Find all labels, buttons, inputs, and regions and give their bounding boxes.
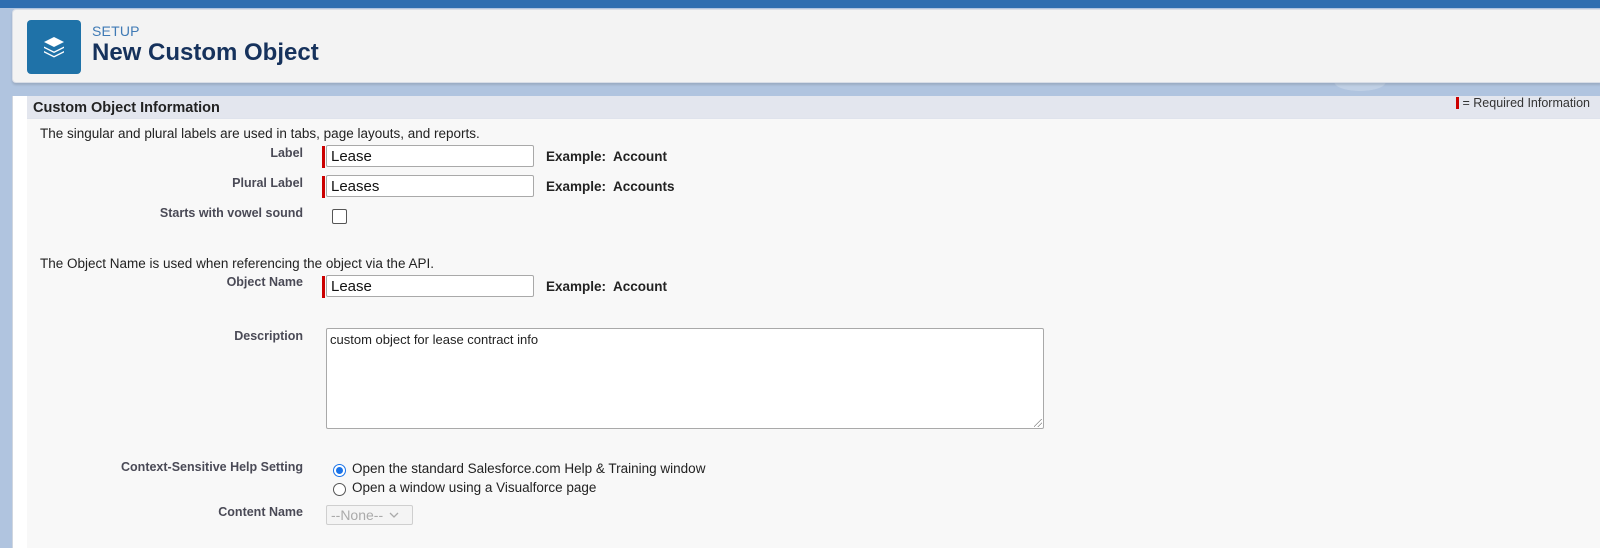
- page-title: New Custom Object: [92, 39, 319, 66]
- content-name-value: --None--: [331, 507, 384, 523]
- example-value: Accounts: [613, 179, 675, 194]
- vowel-sound-field-label: Starts with vowel sound: [159, 206, 303, 220]
- example-prefix: Example:: [546, 179, 607, 194]
- example-prefix: Example:: [546, 279, 607, 294]
- content-name-field-label: Content Name: [218, 505, 303, 519]
- object-name-example: Example: Account: [546, 279, 667, 294]
- help-setting-field-label: Context-Sensitive Help Setting: [121, 460, 303, 474]
- label-field-label: Label: [270, 146, 303, 160]
- example-prefix: Example:: [546, 149, 607, 164]
- section-header: [27, 96, 1600, 119]
- required-info-legend: = Required Information: [1456, 96, 1590, 110]
- label-input[interactable]: [326, 145, 534, 167]
- help-standard-label[interactable]: Open the standard Salesforce.com Help & …: [352, 461, 705, 476]
- panel-stripe: [13, 96, 27, 548]
- help-standard-radio[interactable]: [333, 464, 346, 477]
- required-indicator-icon: [322, 176, 325, 198]
- description-field-label: Description: [234, 329, 303, 343]
- required-indicator-icon: [322, 276, 325, 298]
- required-indicator-icon: [1456, 97, 1460, 109]
- help-visualforce-radio[interactable]: [333, 483, 346, 496]
- page-header: SETUP New Custom Object: [12, 9, 1600, 83]
- breadcrumb-setup: SETUP: [92, 23, 140, 39]
- api-help-text: The Object Name is used when referencing…: [40, 256, 434, 271]
- help-visualforce-label[interactable]: Open a window using a Visualforce page: [352, 480, 596, 495]
- required-indicator-icon: [322, 146, 325, 168]
- plural-label-example: Example: Accounts: [546, 179, 675, 194]
- description-text: custom object for lease contract info: [330, 332, 539, 347]
- example-value: Account: [613, 149, 668, 164]
- description-textarea[interactable]: custom object for lease contract info: [326, 328, 1044, 429]
- required-info-text: = Required Information: [1462, 96, 1590, 110]
- layers-icon: [27, 20, 81, 74]
- label-example: Example: Account: [546, 149, 667, 164]
- plural-label-input[interactable]: [326, 175, 534, 197]
- content-name-select: --None--: [326, 505, 413, 525]
- chevron-down-icon: [389, 512, 399, 518]
- plural-label-field-label: Plural Label: [232, 176, 303, 190]
- form-panel: [12, 96, 1600, 548]
- resize-grip-icon[interactable]: [1034, 419, 1042, 427]
- section-title: Custom Object Information: [33, 100, 220, 116]
- labels-help-text: The singular and plural labels are used …: [40, 126, 480, 141]
- object-name-field-label: Object Name: [226, 275, 303, 289]
- vowel-sound-checkbox[interactable]: [332, 209, 347, 224]
- example-value: Account: [613, 279, 668, 294]
- object-name-input[interactable]: [326, 275, 534, 297]
